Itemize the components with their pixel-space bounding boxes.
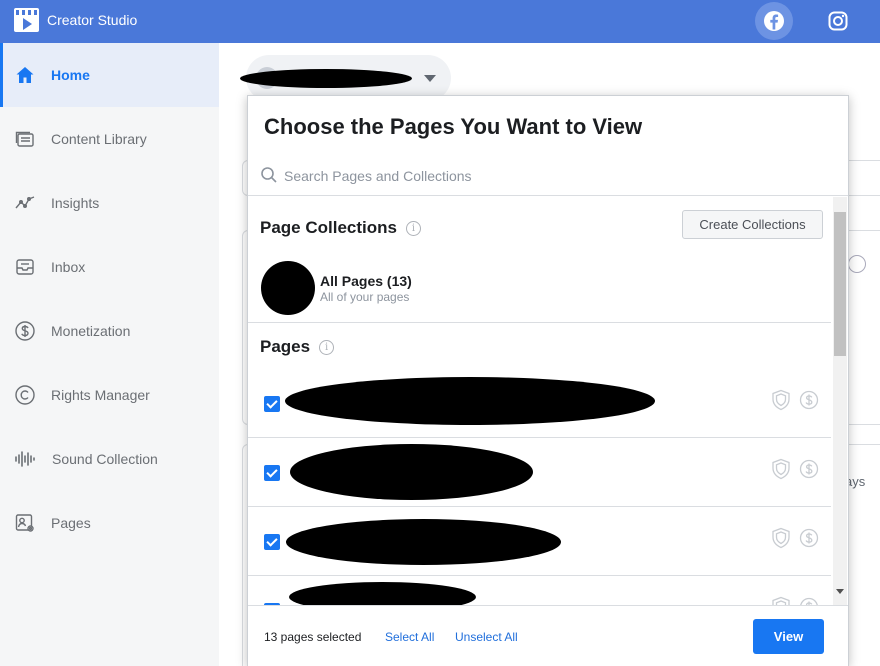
sound-wave-icon	[14, 448, 36, 470]
facebook-tab[interactable]	[755, 2, 793, 40]
app-title: Creator Studio	[47, 12, 138, 28]
selected-count: 13 pages selected	[264, 630, 362, 644]
dollar-icon	[800, 597, 818, 605]
sidebar-item-monetization[interactable]: Monetization	[0, 299, 219, 363]
sidebar-item-inbox[interactable]: Inbox	[0, 235, 219, 299]
shield-icon	[772, 458, 790, 480]
shield-icon	[772, 527, 790, 549]
sidebar: Home Content Library Insights Inbox Mone…	[0, 43, 219, 666]
select-all-link[interactable]: Select All	[385, 630, 434, 644]
all-pages-item[interactable]: All Pages (13) All of your pages	[248, 251, 831, 323]
sidebar-item-insights[interactable]: Insights	[0, 171, 219, 235]
sidebar-item-home[interactable]: Home	[0, 43, 219, 107]
page-checkbox[interactable]	[264, 465, 280, 481]
redacted-page-name	[286, 519, 561, 565]
caret-down-icon	[424, 75, 436, 82]
scrollbar[interactable]	[833, 197, 847, 605]
sidebar-item-label: Content Library	[51, 131, 147, 147]
facebook-icon	[764, 11, 784, 31]
dollar-icon	[799, 528, 819, 548]
redacted-page-name	[240, 69, 412, 88]
search-bar	[248, 156, 848, 196]
choose-pages-dialog: Choose the Pages You Want to View Page C…	[247, 95, 849, 666]
shield-icon	[772, 596, 790, 605]
redacted-page-name	[289, 582, 476, 605]
collection-avatar	[261, 261, 315, 315]
dollar-icon	[799, 390, 819, 410]
page-row[interactable]	[248, 438, 831, 507]
create-collections-button[interactable]: Create Collections	[682, 210, 823, 239]
page-checkbox[interactable]	[264, 396, 280, 412]
pages-icon	[14, 512, 36, 534]
instagram-tab[interactable]	[819, 2, 857, 40]
sidebar-item-label: Home	[51, 67, 90, 83]
page-row[interactable]	[248, 507, 831, 576]
redacted-page-name	[285, 377, 655, 425]
pages-list[interactable]: Page Collections Create Collections All …	[248, 197, 848, 605]
info-icon[interactable]	[319, 339, 335, 355]
copyright-icon	[14, 384, 36, 406]
page-row[interactable]	[248, 369, 831, 438]
redacted-page-name	[290, 444, 533, 500]
dollar-icon	[14, 320, 36, 342]
pages-heading: Pages	[260, 337, 335, 357]
chevron-right-icon[interactable]	[848, 255, 866, 273]
search-input[interactable]	[284, 165, 824, 187]
sidebar-item-label: Monetization	[51, 323, 131, 339]
dollar-icon	[799, 459, 819, 479]
page-row[interactable]	[248, 576, 831, 605]
top-bar: Creator Studio	[0, 0, 880, 43]
sidebar-item-sound-collection[interactable]: Sound Collection	[0, 427, 219, 491]
sidebar-item-content-library[interactable]: Content Library	[0, 107, 219, 171]
page-checkbox[interactable]	[264, 534, 280, 550]
dialog-footer: 13 pages selected Select All Unselect Al…	[248, 605, 848, 666]
sidebar-item-rights-manager[interactable]: Rights Manager	[0, 363, 219, 427]
dialog-title: Choose the Pages You Want to View	[264, 114, 643, 139]
page-collections-heading: Page Collections	[260, 218, 421, 238]
sidebar-item-label: Pages	[51, 515, 91, 531]
insights-icon	[14, 192, 36, 214]
sidebar-item-label: Inbox	[51, 259, 86, 275]
scrollbar-thumb[interactable]	[834, 212, 846, 356]
sidebar-item-label: Sound Collection	[52, 451, 158, 467]
sidebar-item-label: Insights	[51, 195, 100, 211]
section-title: Pages	[260, 337, 311, 356]
brand[interactable]: Creator Studio	[14, 8, 137, 32]
home-icon	[14, 64, 36, 86]
shield-icon	[772, 389, 790, 411]
instagram-icon	[828, 11, 848, 31]
view-button[interactable]: View	[753, 619, 824, 654]
sidebar-item-pages[interactable]: Pages	[0, 491, 219, 555]
search-icon	[261, 167, 277, 183]
section-title: Page Collections	[260, 218, 397, 237]
all-pages-subtitle: All of your pages	[320, 290, 410, 304]
scroll-down-arrow-icon[interactable]	[836, 589, 844, 594]
inbox-icon	[14, 256, 36, 278]
creator-studio-logo-icon	[14, 8, 39, 32]
unselect-all-link[interactable]: Unselect All	[455, 630, 518, 644]
content-library-icon	[14, 128, 36, 150]
sidebar-item-label: Rights Manager	[51, 387, 150, 403]
info-icon[interactable]	[405, 220, 421, 236]
all-pages-title: All Pages (13)	[320, 273, 412, 289]
